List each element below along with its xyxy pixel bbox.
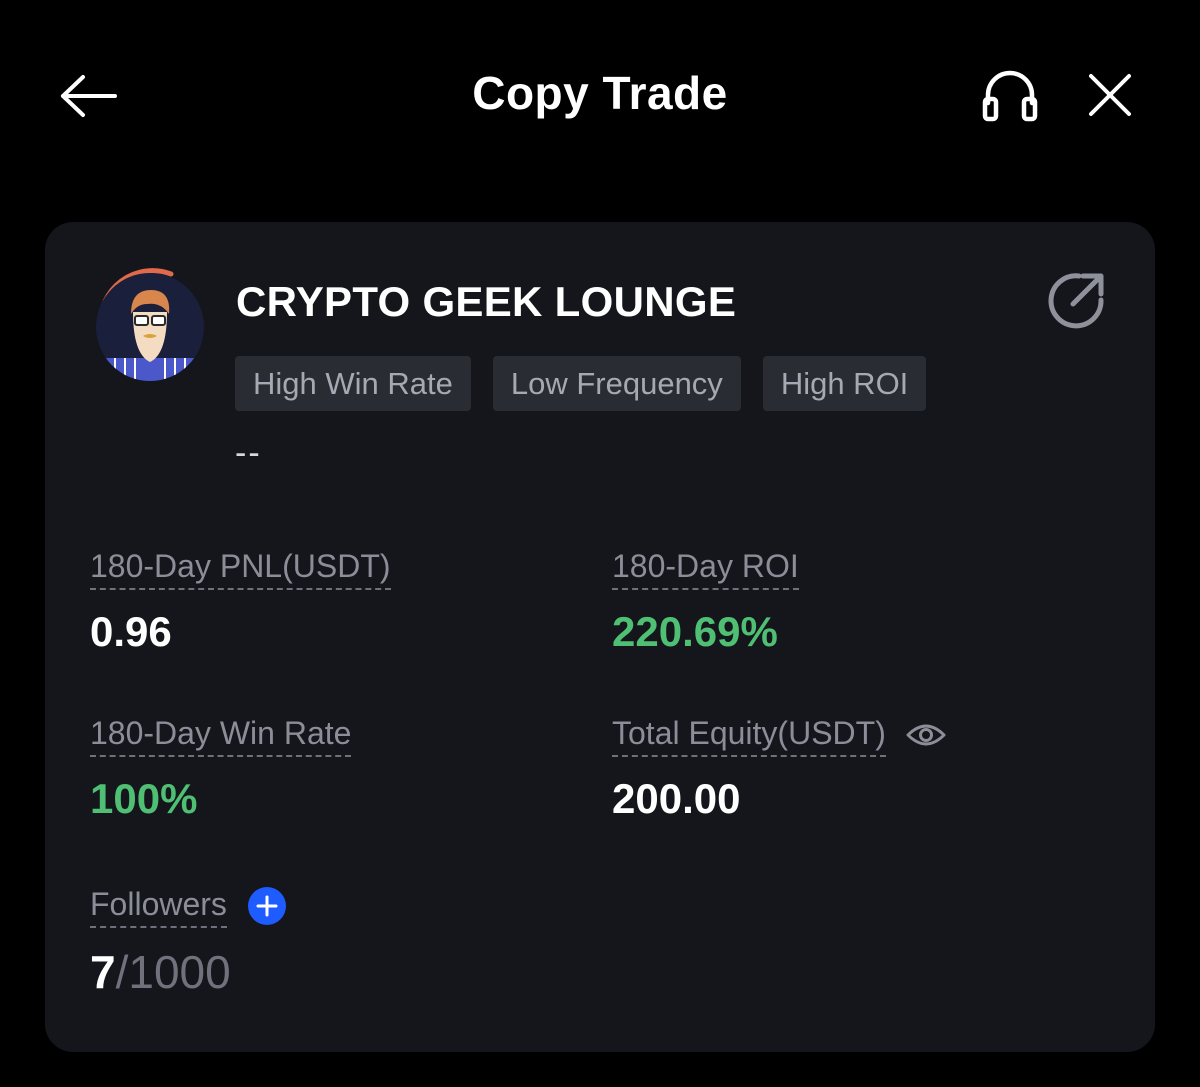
equity-label-row: Total Equity(USDT) bbox=[612, 713, 946, 757]
share-icon bbox=[1048, 273, 1104, 329]
stat-win-rate: 180-Day Win Rate 100% bbox=[90, 713, 352, 823]
header-bar: Copy Trade bbox=[0, 0, 1200, 190]
followers-separator: / bbox=[115, 946, 129, 998]
win-rate-label[interactable]: 180-Day Win Rate bbox=[90, 713, 352, 757]
stat-pnl: 180-Day PNL(USDT) 0.96 bbox=[90, 546, 391, 656]
close-button[interactable] bbox=[1076, 62, 1144, 128]
followers-max: 1000 bbox=[128, 946, 231, 998]
close-icon bbox=[1089, 74, 1131, 116]
trader-bio: -- bbox=[235, 434, 262, 472]
pnl-label[interactable]: 180-Day PNL(USDT) bbox=[90, 546, 391, 590]
followers-label[interactable]: Followers bbox=[90, 884, 227, 928]
stat-roi: 180-Day ROI 220.69% bbox=[612, 546, 799, 656]
equity-value: 200.00 bbox=[612, 775, 741, 822]
pnl-value: 0.96 bbox=[90, 608, 172, 655]
win-rate-value: 100% bbox=[90, 775, 198, 822]
trader-card: CRYPTO GEEK LOUNGE High Win Rate Low Fre… bbox=[45, 222, 1155, 1052]
tag-high-win-rate: High Win Rate bbox=[235, 356, 471, 411]
add-followers-button[interactable] bbox=[247, 886, 287, 926]
customer-support-button[interactable] bbox=[972, 62, 1048, 128]
followers-current: 7 bbox=[90, 946, 116, 998]
toggle-visibility-button[interactable] bbox=[906, 721, 946, 749]
plus-circle-icon bbox=[247, 887, 286, 925]
trader-name: CRYPTO GEEK LOUNGE bbox=[236, 278, 737, 325]
roi-label[interactable]: 180-Day ROI bbox=[612, 546, 799, 590]
tag-high-roi: High ROI bbox=[762, 356, 927, 411]
followers-value: 7/1000 bbox=[90, 946, 287, 998]
share-button[interactable] bbox=[1041, 266, 1111, 336]
followers-label-row: Followers bbox=[90, 884, 287, 928]
trader-tags: High Win Rate Low Frequency High ROI bbox=[235, 356, 927, 411]
stat-total-equity: Total Equity(USDT) 200.00 bbox=[612, 713, 946, 823]
equity-label[interactable]: Total Equity(USDT) bbox=[612, 713, 886, 757]
stat-followers: Followers 7/1000 bbox=[90, 884, 287, 998]
eye-icon bbox=[906, 724, 946, 746]
headphones-icon bbox=[982, 70, 1038, 122]
roi-value: 220.69% bbox=[612, 608, 778, 655]
tag-low-frequency: Low Frequency bbox=[492, 356, 741, 411]
trader-avatar[interactable] bbox=[91, 268, 209, 386]
